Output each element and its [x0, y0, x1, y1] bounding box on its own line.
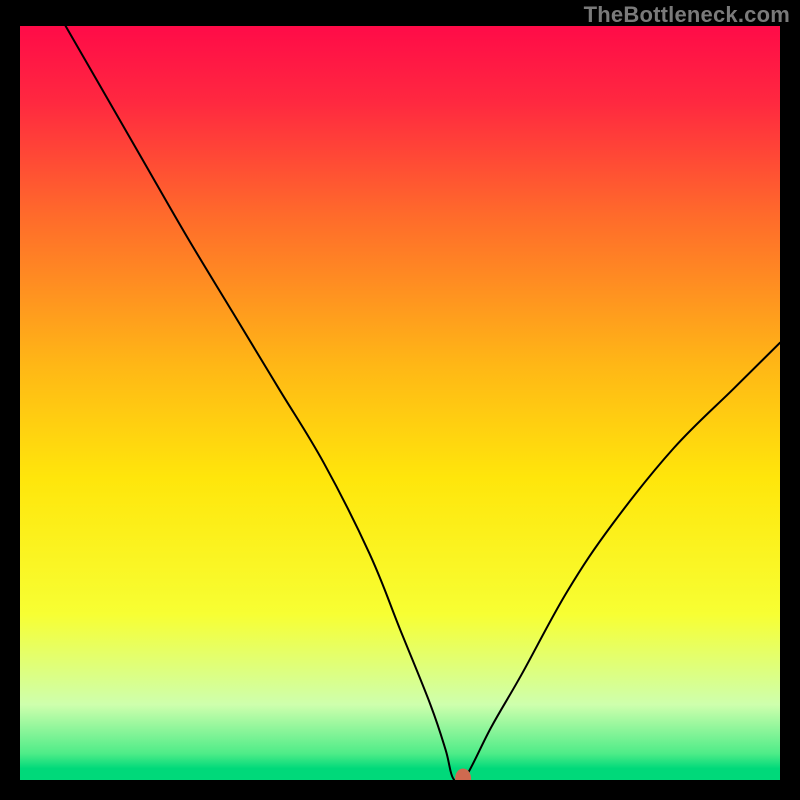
chart-frame: TheBottleneck.com	[0, 0, 800, 800]
watermark-text: TheBottleneck.com	[584, 2, 790, 28]
gradient-background	[20, 26, 780, 780]
bottleneck-chart	[20, 26, 780, 780]
